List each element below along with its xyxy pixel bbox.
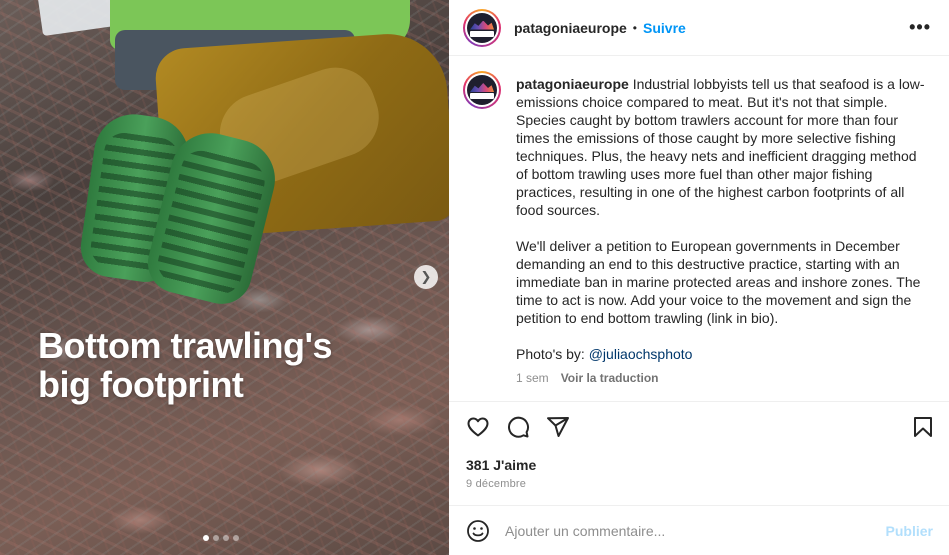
post-media[interactable]: Bottom trawling's big footprint ❯ [0, 0, 449, 555]
patagonia-logo-label [470, 30, 494, 37]
post-age: 1 sem [516, 371, 549, 385]
avatar-ring [465, 73, 499, 107]
patagonia-logo [467, 12, 497, 43]
caption-section: patagoniaeurope Industrial lobbyists tel… [449, 57, 949, 402]
comment-input[interactable] [505, 522, 865, 539]
caption-paragraph-1: Industrial lobbyists tell us that seafoo… [516, 76, 925, 218]
carousel-dot [203, 535, 209, 541]
more-options-icon[interactable]: ••• [909, 17, 931, 38]
caption-meta: 1 sem Voir la traduction [516, 371, 658, 385]
caption-text: patagoniaeurope Industrial lobbyists tel… [516, 75, 926, 381]
avatar[interactable] [463, 8, 501, 47]
share-icon[interactable] [546, 415, 570, 439]
caption-paragraph-2: We'll deliver a petition to European gov… [516, 238, 921, 326]
carousel-dot [223, 535, 229, 541]
carousel-dots [203, 535, 239, 541]
patagonia-logo [467, 75, 497, 105]
comment-form: Publier [449, 505, 949, 555]
translate-button[interactable]: Voir la traduction [561, 371, 659, 385]
comment-icon[interactable] [506, 415, 530, 439]
heart-icon[interactable] [466, 415, 490, 439]
carousel-dot [213, 535, 219, 541]
emoji-icon[interactable] [466, 519, 490, 543]
post-date: 9 décembre [466, 478, 527, 490]
patagonia-logo-label [470, 93, 494, 99]
next-arrow-icon[interactable]: ❯ [414, 265, 438, 289]
header-username[interactable]: patagoniaeurope [514, 20, 627, 36]
photo-credit-label: Photo's by: [516, 346, 585, 362]
photo-credit: Photo's by: @juliaochsphoto [516, 345, 926, 363]
post-side-panel: patagoniaeurope • Suivre ••• patagoniaeu… [449, 0, 949, 555]
avatar-ring [465, 10, 499, 45]
carousel-dot [233, 535, 239, 541]
bookmark-icon[interactable] [911, 415, 935, 439]
action-bar [449, 403, 949, 451]
photo-credit-mention[interactable]: @juliaochsphoto [589, 346, 693, 362]
avatar[interactable] [463, 71, 501, 109]
caption-username[interactable]: patagoniaeurope [516, 76, 629, 92]
header-separator: • [632, 20, 637, 35]
publish-button[interactable]: Publier [886, 523, 933, 539]
like-count[interactable]: 381 J'aime [466, 457, 536, 473]
post-header: patagoniaeurope • Suivre ••• [449, 0, 949, 56]
follow-button[interactable]: Suivre [643, 20, 686, 36]
caption-paragraph: patagoniaeurope Industrial lobbyists tel… [516, 75, 926, 219]
post-headline: Bottom trawling's big footprint [38, 325, 333, 405]
